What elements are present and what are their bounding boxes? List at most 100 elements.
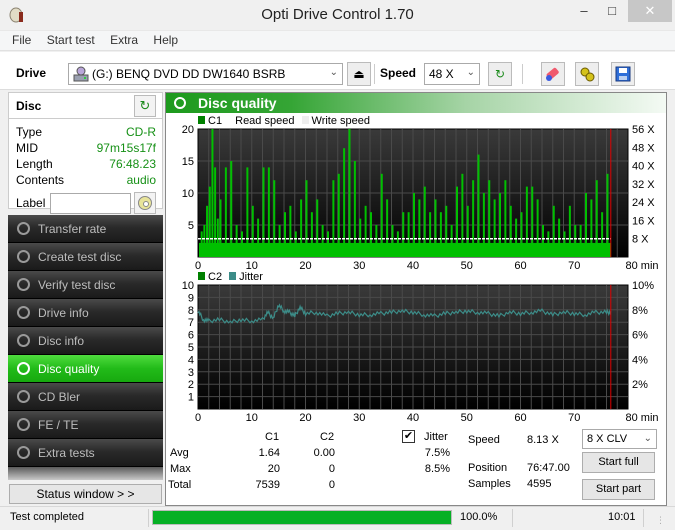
c1-bar [364, 205, 367, 257]
position-label: Position [468, 462, 508, 474]
c1-bar [200, 231, 203, 257]
position-value: 76:47.00 [527, 462, 570, 474]
disc-type-label: Type [16, 125, 43, 139]
eject-icon: ⏏ [353, 67, 365, 81]
col-c1-header: C1 [265, 431, 280, 443]
c1-bar [396, 231, 399, 257]
disc-gear-icon [17, 446, 30, 459]
c1-bar [300, 199, 303, 257]
disc-contents-value: audio [126, 173, 156, 187]
refresh-icon: ↻ [494, 67, 506, 81]
x-tick-label: 80 min [625, 412, 658, 424]
speed-label: Speed [468, 434, 500, 446]
disc-gear-icon [17, 306, 30, 319]
nav-extra-tests[interactable]: Extra tests [8, 439, 163, 467]
nav-verify-test-disc[interactable]: Verify test disc [8, 271, 163, 299]
disc-label-label: Label [16, 196, 46, 210]
nav-fe-te[interactable]: FE / TE [8, 411, 163, 439]
disc-gear-icon [17, 334, 30, 347]
minimize-button[interactable]: – [570, 0, 598, 22]
nav-create-test-disc[interactable]: Create test disc [8, 243, 163, 271]
status-window-button[interactable]: Status window > > [9, 484, 162, 504]
c1-bar [504, 180, 507, 257]
y2-tick-label: 8% [632, 305, 648, 317]
c1-bar [434, 199, 437, 257]
drive-select[interactable]: (G:) BENQ DVD DD DW1640 BSRB ⌄ [68, 63, 343, 85]
disc-gear-icon [17, 418, 30, 431]
menu-file[interactable]: File [12, 31, 31, 49]
menu-extra[interactable]: Extra [110, 31, 138, 49]
save-button[interactable] [611, 62, 635, 86]
disc-type-value: CD-R [126, 125, 156, 139]
y-tick-label: 10 [182, 280, 194, 292]
menu-start-test[interactable]: Start test [47, 31, 95, 49]
nav-cd-bler[interactable]: CD Bler [8, 383, 163, 411]
refresh-button[interactable]: ↻ [488, 62, 512, 86]
y-tick-label: 5 [188, 220, 194, 232]
resize-grip-icon[interactable]: ⋮ [656, 515, 665, 526]
y-tick-label: 8 [188, 305, 194, 317]
c1-bar [536, 199, 539, 257]
c1-bar [208, 186, 211, 257]
nav-drive-info[interactable]: Drive info [8, 299, 163, 327]
c1-bar [327, 231, 329, 257]
c1-bar [445, 205, 448, 257]
disc-header: Disc ↻ [9, 93, 162, 119]
disc-length-label: Length [16, 157, 53, 171]
c1-bar [461, 173, 464, 257]
nav-disc-info[interactable]: Disc info [8, 327, 163, 355]
start-part-button[interactable]: Start part [582, 479, 655, 500]
disc-gear-icon [17, 222, 30, 235]
c1-bar [531, 186, 534, 257]
max-c2: 0 [328, 463, 335, 475]
y2-tick-label: 32 X [632, 179, 655, 191]
close-button[interactable]: ✕ [628, 0, 672, 22]
samples-value: 4595 [527, 478, 552, 490]
refresh-icon: ↻ [139, 98, 151, 113]
menu-help[interactable]: Help [153, 31, 178, 49]
disc-contents-label: Contents [16, 173, 65, 187]
jitter-checkbox[interactable]: ✔ [402, 430, 415, 443]
c1-bar [386, 199, 389, 257]
options-button[interactable] [575, 62, 599, 86]
y2-tick-label: 10% [632, 280, 654, 292]
y-tick-label: 15 [182, 156, 194, 168]
y-tick-label: 6 [188, 330, 194, 342]
disc-mid-label: MID [16, 141, 38, 155]
maximize-button[interactable]: □ [598, 0, 626, 22]
nav-disc-quality[interactable]: Disc quality [8, 355, 163, 383]
toolbar: Drive (G:) BENQ DVD DD DW1640 BSRB ⌄ ⏏ S… [0, 52, 675, 90]
speed-select[interactable]: 48 X ⌄ [424, 63, 480, 85]
x-tick-label: 40 [407, 412, 419, 424]
c1-bar [423, 186, 426, 257]
nav-filler [8, 467, 163, 480]
c1-bar [230, 161, 233, 257]
nav-transfer-rate[interactable]: Transfer rate [8, 215, 163, 243]
c1-bar [590, 199, 593, 257]
y-tick-label: 9 [188, 292, 194, 304]
c1-bar [321, 225, 324, 257]
eraser-icon [546, 67, 559, 81]
disc-label-input[interactable] [50, 193, 131, 214]
x-tick-label: 30 [353, 260, 365, 272]
test-speed-select[interactable]: 8 X CLV ⌄ [582, 429, 657, 449]
cd-text-button[interactable] [134, 192, 156, 214]
y-tick-label: 1 [188, 392, 194, 404]
title-bar: Opti Drive Control 1.70 – □ ✕ [0, 0, 675, 31]
speed-label: Speed [380, 66, 417, 80]
c1-bar [391, 225, 394, 257]
c1-bar [585, 193, 587, 257]
status-separator [512, 509, 513, 527]
x-tick-label: 50 [461, 260, 473, 272]
disc-title: Disc [16, 99, 42, 113]
erase-button[interactable] [541, 62, 565, 86]
c1-bar [214, 167, 217, 257]
toolbar-separator [522, 64, 523, 84]
max-c1: 20 [267, 463, 280, 475]
start-full-button[interactable]: Start full [582, 452, 655, 473]
disc-refresh-button[interactable]: ↻ [134, 95, 156, 117]
disc-contents-row: Contents audio [9, 173, 162, 189]
status-text: Test completed [10, 511, 84, 523]
eject-button[interactable]: ⏏ [347, 62, 371, 86]
c1-bar [542, 225, 544, 257]
